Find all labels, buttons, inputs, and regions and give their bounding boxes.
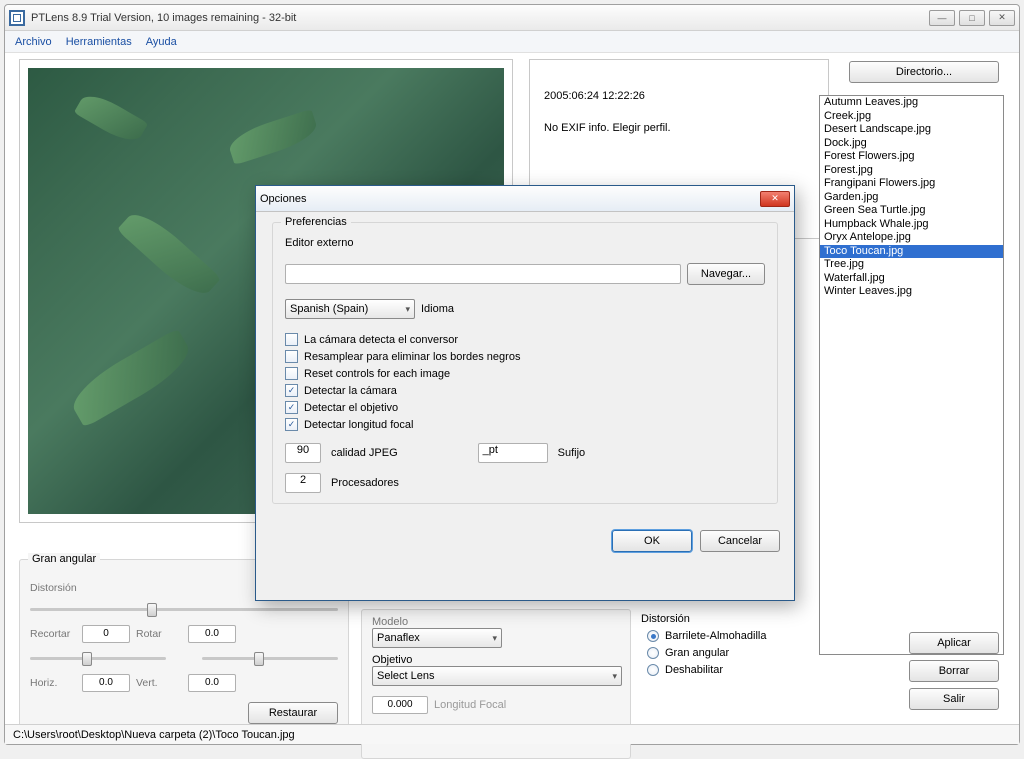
file-item[interactable]: Winter Leaves.jpg [820, 285, 1003, 299]
file-list[interactable]: Autumn Leaves.jpgCreek.jpgDesert Landsca… [819, 95, 1004, 655]
chk-reset-label: Reset controls for each image [304, 368, 450, 380]
apply-button[interactable]: Aplicar [909, 632, 999, 654]
chk-lens[interactable]: ✓ [285, 401, 298, 414]
chk-focal-label: Detectar longitud focal [304, 419, 413, 431]
chk-converter[interactable] [285, 333, 298, 346]
cancel-button[interactable]: Cancelar [700, 530, 780, 552]
rotate-label: Rotar [136, 628, 182, 640]
file-item[interactable]: Toco Toucan.jpg [820, 245, 1003, 259]
file-item[interactable]: Forest Flowers.jpg [820, 150, 1003, 164]
chk-reset[interactable] [285, 367, 298, 380]
chk-camera[interactable]: ✓ [285, 384, 298, 397]
directory-button[interactable]: Directorio... [849, 61, 999, 83]
rotate-input[interactable]: 0.0 [188, 625, 236, 643]
vert-input[interactable]: 0.0 [188, 674, 236, 692]
focal-input[interactable]: 0.000 [372, 696, 428, 714]
wideangle-title: Gran angular [28, 553, 100, 565]
file-item[interactable]: Humpback Whale.jpg [820, 218, 1003, 232]
distortion-title: Distorsión [641, 613, 805, 625]
ext-editor-label: Editor externo [285, 237, 765, 249]
horiz-label: Horiz. [30, 677, 76, 689]
language-label: Idioma [421, 303, 454, 315]
ok-button[interactable]: OK [612, 530, 692, 552]
jpeg-quality-label: calidad JPEG [331, 447, 398, 459]
close-button[interactable]: ✕ [989, 10, 1015, 26]
statusbar: C:\Users\root\Desktop\Nueva carpeta (2)\… [5, 724, 1019, 744]
exif-info: No EXIF info. Elegir perfil. [544, 122, 814, 134]
distortion-label: Distorsión [30, 582, 76, 594]
rotate-slider[interactable] [202, 657, 338, 660]
radio-disable[interactable] [647, 664, 659, 676]
menubar: Archivo Herramientas Ayuda [5, 31, 1019, 53]
chk-lens-label: Detectar el objetivo [304, 402, 398, 414]
radio-barrel[interactable] [647, 630, 659, 642]
clear-button[interactable]: Borrar [909, 660, 999, 682]
chk-camera-label: Detectar la cámara [304, 385, 397, 397]
file-item[interactable]: Forest.jpg [820, 164, 1003, 178]
file-item[interactable]: Desert Landscape.jpg [820, 123, 1003, 137]
maximize-button[interactable]: □ [959, 10, 985, 26]
browse-button[interactable]: Navegar... [687, 263, 765, 285]
file-item[interactable]: Oryx Antelope.jpg [820, 231, 1003, 245]
dialog-title: Opciones [260, 193, 760, 205]
chk-resample-label: Resamplear para eliminar los bordes negr… [304, 351, 520, 363]
vert-label: Vert. [136, 677, 182, 689]
radio-barrel-label: Barrilete-Almohadilla [665, 630, 767, 642]
menu-tools[interactable]: Herramientas [66, 36, 132, 48]
options-dialog: Opciones ✕ Preferencias Editor externo N… [255, 185, 795, 601]
window-title: PTLens 8.9 Trial Version, 10 images rema… [31, 12, 929, 24]
suffix-input[interactable]: _pt [478, 443, 548, 463]
minimize-button[interactable]: — [929, 10, 955, 26]
processors-input[interactable]: 2 [285, 473, 321, 493]
file-item[interactable]: Dock.jpg [820, 137, 1003, 151]
crop-input[interactable]: 0 [82, 625, 130, 643]
radio-wide-label: Gran angular [665, 647, 729, 659]
language-select[interactable]: Spanish (Spain) [285, 299, 415, 319]
lens-select[interactable]: Select Lens [372, 666, 622, 686]
file-item[interactable]: Waterfall.jpg [820, 272, 1003, 286]
titlebar: PTLens 8.9 Trial Version, 10 images rema… [5, 5, 1019, 31]
menu-file[interactable]: Archivo [15, 36, 52, 48]
exit-button[interactable]: Salir [909, 688, 999, 710]
model-select[interactable]: Panaflex [372, 628, 502, 648]
chk-resample[interactable] [285, 350, 298, 363]
jpeg-quality-input[interactable]: 90 [285, 443, 321, 463]
file-item[interactable]: Tree.jpg [820, 258, 1003, 272]
model-label: Modelo [372, 616, 620, 628]
file-item[interactable]: Green Sea Turtle.jpg [820, 204, 1003, 218]
dialog-close-button[interactable]: ✕ [760, 191, 790, 207]
crop-slider[interactable] [30, 657, 166, 660]
prefs-group-title: Preferencias [281, 216, 351, 228]
file-item[interactable]: Garden.jpg [820, 191, 1003, 205]
horiz-input[interactable]: 0.0 [82, 674, 130, 692]
menu-help[interactable]: Ayuda [146, 36, 177, 48]
lens-label: Objetivo [372, 654, 620, 666]
suffix-label: Sufijo [558, 447, 586, 459]
exif-timestamp: 2005:06:24 12:22:26 [544, 90, 814, 102]
chk-focal[interactable]: ✓ [285, 418, 298, 431]
distortion-panel: Distorsión Barrilete-Almohadilla Gran an… [641, 609, 805, 739]
action-buttons: Aplicar Borrar Salir [909, 632, 999, 710]
crop-label: Recortar [30, 628, 76, 640]
chk-converter-label: La cámara detecta el conversor [304, 334, 458, 346]
ext-editor-input[interactable] [285, 264, 681, 284]
processors-label: Procesadores [331, 477, 399, 489]
file-item[interactable]: Autumn Leaves.jpg [820, 96, 1003, 110]
app-icon [9, 10, 25, 26]
distortion-slider[interactable] [30, 608, 338, 611]
focal-label: Longitud Focal [434, 699, 506, 711]
restore-button[interactable]: Restaurar [248, 702, 338, 724]
radio-disable-label: Deshabilitar [665, 664, 723, 676]
file-item[interactable]: Frangipani Flowers.jpg [820, 177, 1003, 191]
file-item[interactable]: Creek.jpg [820, 110, 1003, 124]
radio-wide[interactable] [647, 647, 659, 659]
